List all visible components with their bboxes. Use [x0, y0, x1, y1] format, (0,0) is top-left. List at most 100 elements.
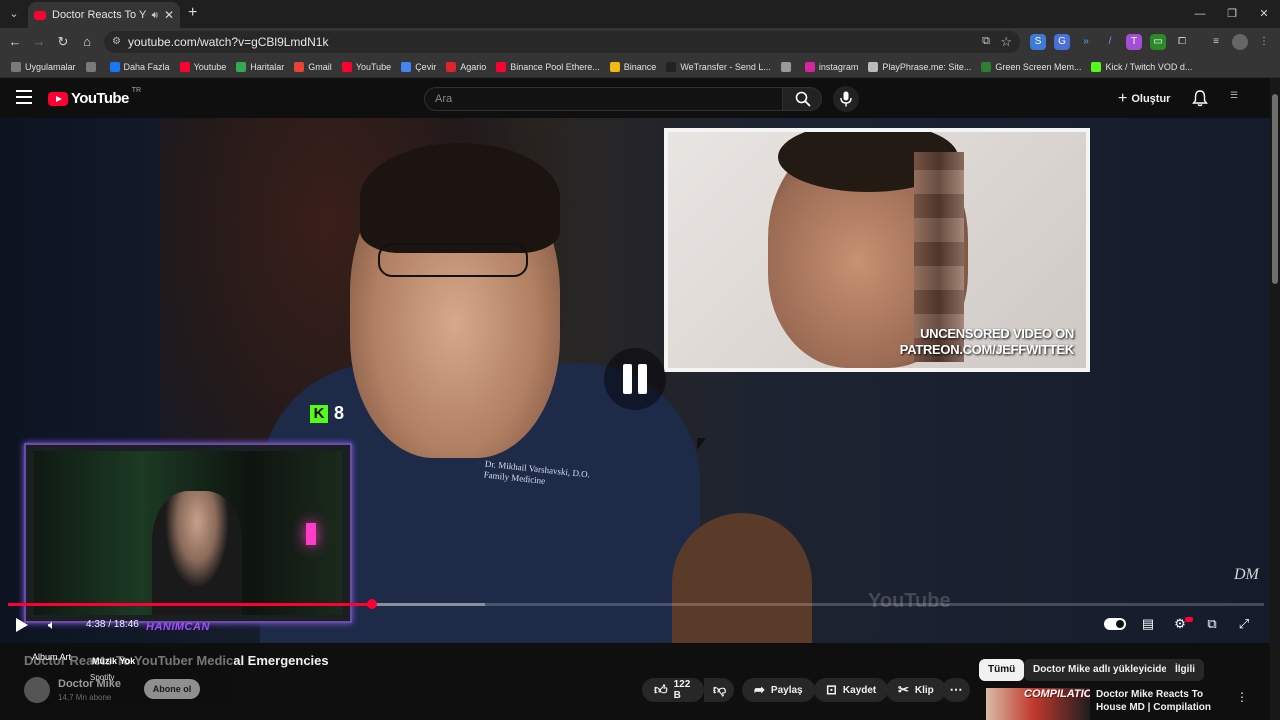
video-progress-bar[interactable] [8, 599, 1264, 609]
miniplayer-icon[interactable]: ⧉ [1202, 615, 1222, 633]
played-bar [8, 603, 373, 606]
browser-menu-icon[interactable]: ⋮ [1256, 34, 1272, 50]
forward-arrow-icon[interactable]: → [30, 33, 48, 51]
music-status: Müzik Yok [92, 656, 136, 666]
home-icon[interactable]: ⌂ [78, 33, 96, 51]
like-button[interactable]: 👍︎ 122 B [642, 678, 704, 702]
address-bar[interactable]: ⚙ youtube.com/watch?v=gCBl9LmdN1k ⧉ ☆ [104, 31, 1020, 53]
play-button[interactable] [14, 617, 30, 633]
bookmark-item[interactable]: Binance [605, 61, 662, 72]
translate-extension-icon[interactable]: G [1054, 34, 1070, 50]
minimize-button[interactable]: — [1184, 0, 1216, 28]
recommendation-thumbnail[interactable]: COMPILATION [986, 688, 1090, 720]
bookmark-favicon-icon [179, 61, 190, 72]
account-avatar[interactable]: ☰ [1230, 90, 1248, 106]
bookmark-item[interactable]: Gmail [289, 61, 337, 72]
pen-extension-icon[interactable]: / [1102, 34, 1118, 50]
extensions-puzzle-icon[interactable]: ⧠ [1174, 34, 1190, 50]
reload-icon[interactable]: ↻ [54, 33, 72, 51]
country-code: TR [131, 87, 142, 94]
bookmark-favicon-icon [85, 61, 96, 72]
video-chair [672, 513, 812, 643]
save-button[interactable]: ⊡ Kaydet [814, 678, 889, 702]
chip-related[interactable]: İlgili [1166, 659, 1204, 681]
create-button[interactable]: + Oluştur [1118, 90, 1170, 108]
twitch-extension-icon[interactable]: T [1126, 34, 1142, 50]
bookmark-item[interactable]: YouTube [337, 61, 396, 72]
chip-all[interactable]: Tümü [979, 659, 1025, 681]
bookmark-item[interactable] [776, 61, 800, 72]
clip-button[interactable]: ✂ Klip [886, 678, 946, 702]
bookmark-item[interactable] [81, 61, 105, 72]
bookmark-favicon-icon [294, 61, 305, 72]
bookmark-favicon-icon [11, 61, 21, 72]
profile-avatar-icon[interactable] [1232, 34, 1248, 50]
recommendation-title[interactable]: Doctor Mike Reacts To House MD | Compila… [1096, 688, 1226, 714]
bookmark-favicon-icon [609, 61, 620, 72]
autoplay-toggle[interactable] [1104, 618, 1126, 630]
install-app-icon[interactable]: ⧉ [982, 35, 990, 48]
notifications-bell-icon[interactable] [1192, 90, 1208, 112]
bookmark-item[interactable]: Agario [441, 61, 491, 72]
url-text: youtube.com/watch?v=gCBl9LmdN1k [128, 35, 329, 49]
subtitles-icon[interactable]: ▤ [1138, 615, 1158, 633]
inset-image: UNCENSORED VIDEO ON PATREON.COM/JEFFWITT… [664, 128, 1090, 372]
restore-button[interactable]: ❐ [1216, 0, 1248, 28]
search-button[interactable] [782, 87, 822, 111]
reading-list-icon[interactable]: ≡ [1208, 34, 1224, 50]
microphone-icon [840, 91, 852, 107]
bookmark-item[interactable]: Daha Fazla [105, 61, 175, 72]
bookmark-item[interactable]: PlayPhrase.me: Site... [863, 61, 976, 72]
search-input[interactable]: Ara [424, 87, 782, 111]
youtube-logo[interactable]: YouTube TR [48, 87, 142, 107]
bookmark-favicon-icon [401, 61, 412, 72]
bookmark-favicon-icon [981, 61, 992, 72]
bookmark-item[interactable]: Uygulamalar [6, 61, 81, 72]
hd-badge [1185, 617, 1193, 622]
bookmark-item[interactable]: Çevir [396, 61, 441, 72]
close-window-button[interactable]: ✕ [1248, 0, 1280, 28]
time-display: 4:38 / 18:46 [86, 619, 139, 630]
bookmark-item[interactable]: instagram [800, 61, 864, 72]
thumbs-up-icon: 👍︎ [654, 682, 668, 697]
volume-icon[interactable]: 🔈︎ [48, 617, 56, 633]
bookmark-item[interactable]: Haritalar [231, 61, 289, 72]
extension-icon[interactable]: S [1030, 34, 1046, 50]
dislike-button[interactable]: 👎︎ [704, 678, 734, 702]
bookmark-star-icon[interactable]: ☆ [1000, 34, 1012, 50]
bookmarks-bar: Uygulamalar Daha Fazla Youtube Haritalar Gma… [0, 56, 1280, 78]
new-tab-button[interactable]: + [188, 4, 197, 22]
bookmark-item[interactable]: Green Screen Mem... [976, 61, 1086, 72]
recommendation-more-icon[interactable]: ⋮ [1236, 690, 1248, 704]
site-info-icon[interactable]: ⚙ [112, 36, 124, 48]
chip-from-uploader[interactable]: Doctor Mike adlı yükleyiciden [1024, 659, 1183, 681]
voice-search-button[interactable] [833, 86, 859, 112]
streamer-webcam [24, 443, 352, 623]
browser-tab[interactable]: Doctor Reacts To YouTuber 🔊︎ ✕ [28, 2, 180, 28]
tab-list-chevron-icon[interactable]: ⌄ [4, 4, 24, 24]
video-doctor-glasses [378, 243, 528, 277]
bookmark-favicon-icon [109, 61, 120, 72]
page-scrollbar[interactable] [1270, 78, 1280, 720]
more-actions-button[interactable]: ⋯ [942, 678, 970, 702]
extension-wave-icon[interactable]: » [1078, 34, 1094, 50]
bookmark-item[interactable]: Kick / Twitch VOD d... [1086, 61, 1197, 72]
back-arrow-icon[interactable]: ← [6, 33, 24, 51]
battery-extension-icon[interactable]: ▭ [1150, 34, 1166, 50]
browser-toolbar: ← → ↻ ⌂ ⚙ youtube.com/watch?v=gCBl9LmdN1… [0, 28, 1280, 56]
speaker-icon[interactable]: 🔊︎ [152, 10, 158, 21]
bookmark-item[interactable]: WeTransfer - Send L... [661, 61, 776, 72]
scrollbar-thumb[interactable] [1272, 94, 1278, 284]
signature-watermark: DM [1234, 566, 1259, 583]
share-button[interactable]: ➦ Paylaş [742, 678, 815, 702]
youtube-favicon-icon [34, 10, 46, 20]
subscribe-button[interactable]: Abone ol [144, 679, 200, 699]
channel-avatar[interactable] [24, 677, 50, 703]
bookmark-item[interactable]: Youtube [175, 61, 232, 72]
fullscreen-icon[interactable]: ⤢ [1234, 615, 1254, 633]
channel-name[interactable]: Doctor Mike [58, 678, 121, 690]
tab-close-icon[interactable]: ✕ [164, 8, 174, 22]
bookmark-item[interactable]: Binance Pool Ethere... [491, 61, 605, 72]
pause-overlay-button[interactable] [604, 348, 666, 410]
menu-hamburger-icon[interactable] [16, 90, 32, 104]
